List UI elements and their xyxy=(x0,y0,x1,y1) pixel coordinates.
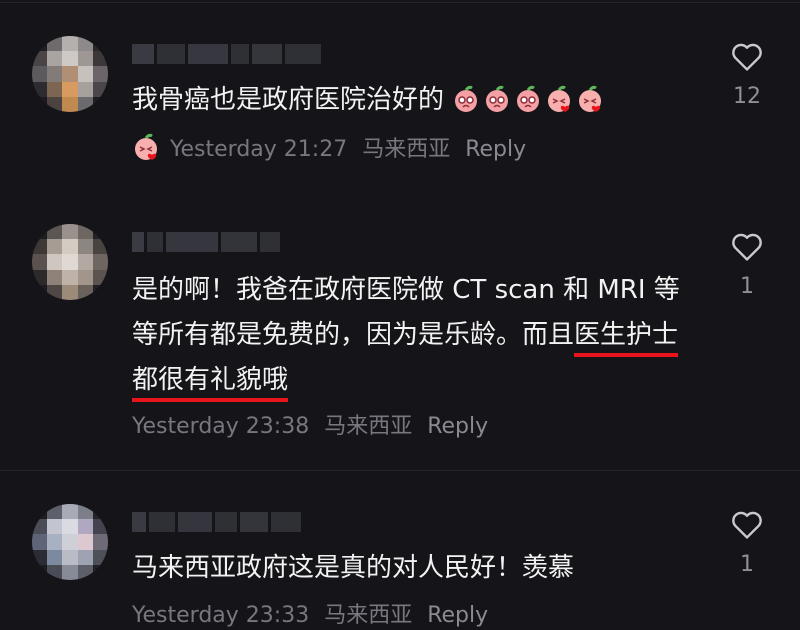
crying-face-emoji-icon xyxy=(455,85,478,112)
location: 马来西亚 xyxy=(324,414,413,439)
avatar[interactable] xyxy=(32,36,108,112)
comment-meta: Yesterday 21:27 马来西亚 Reply xyxy=(132,133,526,165)
comment-text: 马来西亚政府这是真的对人民好！羡慕 xyxy=(132,546,702,591)
like-count: 12 xyxy=(733,84,761,109)
reply-button[interactable]: Reply xyxy=(465,137,526,162)
heart-outline-icon[interactable] xyxy=(730,508,764,540)
like-button[interactable]: 1 xyxy=(722,508,772,577)
heart-outline-icon[interactable] xyxy=(730,230,764,262)
avatar[interactable] xyxy=(32,224,108,300)
location: 马来西亚 xyxy=(362,137,451,162)
username-blurred[interactable] xyxy=(132,230,280,254)
kiss-face-emoji-icon xyxy=(579,85,602,112)
location: 马来西亚 xyxy=(324,603,413,628)
like-button[interactable]: 1 xyxy=(722,230,772,299)
like-count: 1 xyxy=(740,274,754,299)
kiss-face-emoji-icon xyxy=(548,85,571,112)
crying-face-emoji-icon xyxy=(517,85,540,112)
timestamp: Yesterday 23:33 xyxy=(132,603,310,628)
like-count: 1 xyxy=(740,552,754,577)
like-button[interactable]: 12 xyxy=(722,40,772,109)
comment-text: 我骨癌也是政府医院治好的 xyxy=(132,78,702,123)
crying-face-emoji-icon xyxy=(486,85,509,112)
timestamp: Yesterday 23:38 xyxy=(132,414,310,439)
heart-outline-icon[interactable] xyxy=(730,40,764,72)
username-blurred[interactable] xyxy=(132,510,301,534)
comment-body: 马来西亚政府这是真的对人民好！羡慕 xyxy=(132,553,575,583)
kiss-face-emoji-icon xyxy=(135,133,157,160)
reply-button[interactable]: Reply xyxy=(427,603,488,628)
comment-divider xyxy=(0,470,800,471)
top-divider xyxy=(0,2,800,3)
reply-button[interactable]: Reply xyxy=(427,414,488,439)
comment-text: 是的啊！我爸在政府医院做 CT scan 和 MRI 等等所有都是免费的，因为是… xyxy=(132,268,702,403)
comment-meta: Yesterday 23:33 马来西亚 Reply xyxy=(132,601,488,630)
comment-meta: Yesterday 23:38 马来西亚 Reply xyxy=(132,412,488,442)
timestamp: Yesterday 21:27 xyxy=(170,137,348,162)
username-blurred[interactable] xyxy=(132,42,321,66)
avatar[interactable] xyxy=(32,504,108,580)
comments-screen: 我骨癌也是政府医院治好的 Yesterday 21:27 马来西亚 Reply … xyxy=(0,0,800,630)
comment-body: 我骨癌也是政府医院治好的 xyxy=(132,85,445,115)
